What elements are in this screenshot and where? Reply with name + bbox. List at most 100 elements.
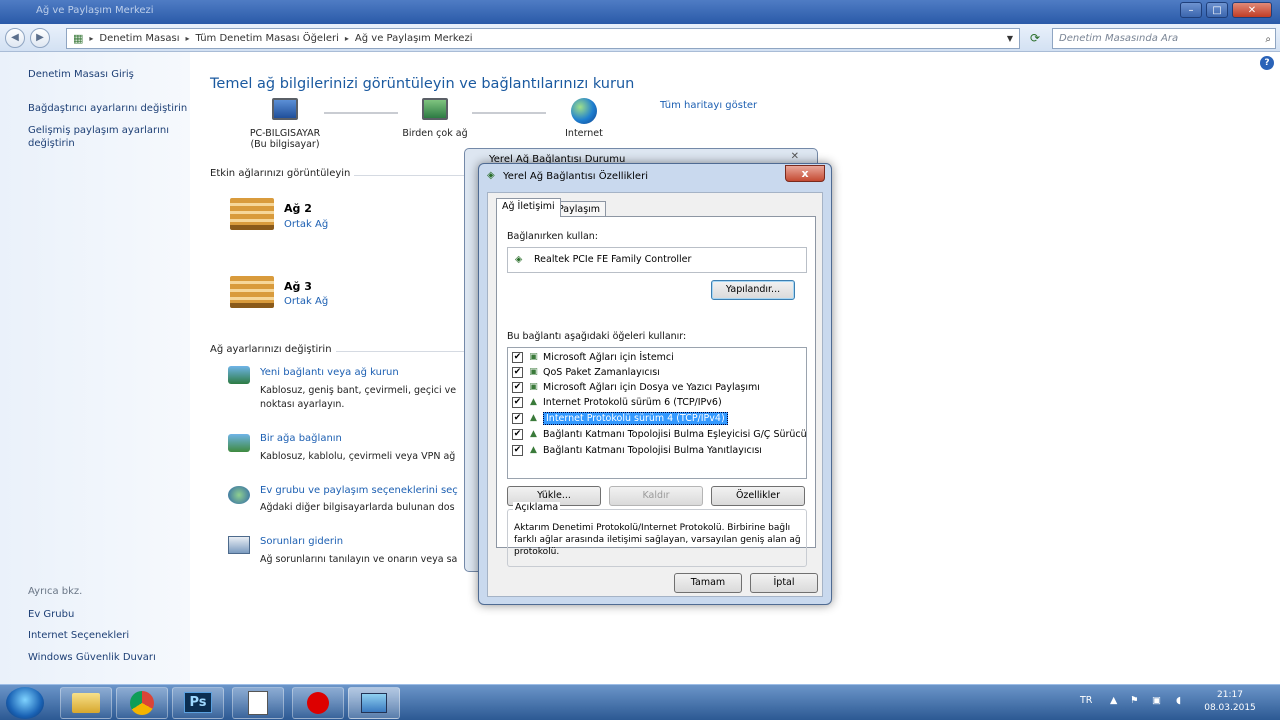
address-bar-area: ◀ ▶ ▦ ▸ Denetim Masası ▸ Tüm Denetim Mas…: [0, 24, 1280, 52]
node-this-pc[interactable]: PC-BILGISAYAR (Bu bilgisayar): [238, 98, 332, 150]
task-new-connection[interactable]: Yeni bağlantı veya ağ kurun: [260, 367, 399, 378]
bench-icon: [230, 198, 274, 230]
globe-icon: [571, 98, 597, 124]
sidebar-link-homegroup[interactable]: Ev Grubu: [28, 608, 74, 621]
adapter-field: ◈ Realtek PCIe FE Family Controller: [507, 247, 807, 273]
network-name: Ağ 3: [284, 280, 312, 293]
list-item[interactable]: ✔ ▣ Microsoft Ağları için İstemci: [512, 350, 674, 365]
network-adapter-icon: ◈: [515, 254, 523, 265]
items-list: ✔ ▣ Microsoft Ağları için İstemci ✔ ▣ QoS Pa…: [507, 347, 807, 479]
close-icon[interactable]: ✕: [791, 151, 799, 162]
homegroup-icon: [228, 486, 250, 504]
clock[interactable]: 21:17 08.03.2015: [1200, 689, 1260, 715]
map-connector: [324, 112, 398, 114]
task-troubleshoot[interactable]: Sorunları giderin: [260, 536, 343, 547]
checkbox[interactable]: ✔: [512, 352, 523, 363]
sidebar-link-advanced-sharing[interactable]: Gelişmiş paylaşım ayarlarını değiştirin: [28, 124, 178, 150]
new-connection-icon: [228, 366, 250, 384]
connect-using-label: Bağlanırken kullan:: [507, 231, 598, 242]
uninstall-button[interactable]: Kaldır: [609, 486, 703, 506]
checkbox[interactable]: ✔: [512, 413, 523, 424]
network-tray-icon[interactable]: ▣: [1152, 695, 1161, 706]
task-description: noktası ayarlayın.: [260, 399, 345, 410]
network-icon: [422, 98, 448, 120]
sidebar-link-internet-options[interactable]: Internet Seçenekleri: [28, 629, 129, 642]
window-title: Ağ ve Paylaşım Merkezi: [36, 5, 154, 16]
maximize-button[interactable]: □: [1206, 2, 1228, 18]
see-full-map-link[interactable]: Tüm haritayı göster: [660, 100, 757, 111]
list-item[interactable]: ✔ ▣ QoS Paket Zamanlayıcısı: [512, 365, 660, 380]
help-icon[interactable]: ?: [1260, 56, 1274, 70]
properties-dialog: ◈ Yerel Ağ Bağlantısı Özellikleri x Ağ İ…: [478, 163, 832, 605]
network-name: Ağ 2: [284, 202, 312, 215]
chevron-down-icon[interactable]: ▼: [1007, 34, 1013, 43]
dialog-body: Ağ İletişimi Paylaşım Bağlanırken kullan…: [487, 192, 823, 597]
checkbox[interactable]: ✔: [512, 367, 523, 378]
node-multiple-networks[interactable]: Birden çok ağ: [390, 98, 480, 139]
task-description: Kablosuz, kablolu, çevirmeli veya VPN ağ: [260, 451, 456, 462]
checkbox[interactable]: ✔: [512, 445, 523, 456]
chrome-icon[interactable]: [116, 687, 168, 719]
sidebar-link-firewall[interactable]: Windows Güvenlik Duvarı: [28, 651, 156, 664]
search-input[interactable]: Denetim Masasında Ara ⌕: [1052, 28, 1276, 49]
record-icon[interactable]: [292, 687, 344, 719]
task-connect-network[interactable]: Bir ağa bağlanın: [260, 433, 342, 444]
refresh-icon[interactable]: ⟳: [1024, 28, 1046, 49]
forward-button[interactable]: ▶: [30, 28, 50, 48]
properties-button[interactable]: Özellikler: [711, 486, 805, 506]
breadcrumb-item[interactable]: Denetim Masası: [99, 33, 179, 44]
protocol-icon: ▲: [530, 429, 537, 439]
notepad-icon[interactable]: [232, 687, 284, 719]
change-settings-title: Ağ ayarlarınızı değiştirin: [210, 344, 332, 355]
dialog-close-button[interactable]: x: [785, 165, 825, 182]
window-titlebar: Ağ ve Paylaşım Merkezi – □ ✕: [0, 0, 1280, 24]
breadcrumb-item[interactable]: Tüm Denetim Masası Öğeleri: [195, 33, 338, 44]
items-label: Bu bağlantı aşağıdaki öğeleri kullanır:: [507, 331, 687, 342]
checkbox[interactable]: ✔: [512, 382, 523, 393]
network-type-link[interactable]: Ortak Ağ: [284, 219, 328, 230]
map-connector: [472, 112, 546, 114]
computer-icon: [272, 98, 298, 120]
start-button[interactable]: [6, 687, 44, 719]
network-type-link[interactable]: Ortak Ağ: [284, 296, 328, 307]
checkbox[interactable]: ✔: [512, 429, 523, 440]
configure-button[interactable]: Yapılandır...: [711, 280, 795, 300]
ok-button[interactable]: Tamam: [674, 573, 742, 593]
tab-networking[interactable]: Ağ İletişimi: [496, 198, 561, 217]
connect-network-icon: [228, 434, 250, 452]
task-description: Ağdaki diğer bilgisayarlarda bulunan dos: [260, 502, 455, 513]
back-button[interactable]: ◀: [5, 28, 25, 48]
sidebar-link-home[interactable]: Denetim Masası Giriş: [28, 68, 134, 81]
cancel-button[interactable]: İptal: [750, 573, 818, 593]
list-item[interactable]: ✔ ▲ Internet Protokolü sürüm 6 (TCP/IPv6): [512, 395, 722, 410]
control-panel-icon: ▦: [73, 32, 84, 45]
language-indicator[interactable]: TR: [1080, 695, 1092, 706]
list-item[interactable]: ✔ ▲ Bağlantı Katmanı Topolojisi Bulma Yanı…: [512, 443, 762, 458]
list-item-selected[interactable]: ✔ ▲ Internet Protokolü sürüm 4 (TCP/IPv4): [512, 411, 728, 426]
list-item[interactable]: ✔ ▣ Microsoft Ağları için Dosya ve Yazıcı …: [512, 380, 760, 395]
list-item[interactable]: ✔ ▲ Bağlantı Katmanı Topolojisi Bulma Eşle…: [512, 427, 806, 442]
photoshop-icon[interactable]: Ps: [172, 687, 224, 719]
checkbox[interactable]: ✔: [512, 397, 523, 408]
description-group: Aktarım Denetimi Protokolü/Internet Prot…: [507, 509, 807, 567]
file-sharing-icon: ▣: [529, 382, 538, 392]
close-window-button[interactable]: ✕: [1232, 2, 1272, 18]
minimize-button[interactable]: –: [1180, 2, 1202, 18]
volume-icon[interactable]: ◖: [1176, 695, 1181, 706]
show-hidden-icons[interactable]: ▲: [1110, 695, 1117, 706]
qos-icon: ▣: [529, 367, 538, 377]
page-title: Temel ağ bilgilerinizi görüntüleyin ve b…: [210, 76, 635, 92]
address-field[interactable]: ▦ ▸ Denetim Masası ▸ Tüm Denetim Masası …: [66, 28, 1020, 49]
breadcrumb-item[interactable]: Ağ ve Paylaşım Merkezi: [355, 33, 473, 44]
control-panel-icon[interactable]: [348, 687, 400, 719]
task-homegroup[interactable]: Ev grubu ve paylaşım seçeneklerini seç: [260, 485, 458, 496]
search-icon[interactable]: ⌕: [1265, 30, 1271, 49]
protocol-icon: ▲: [530, 445, 537, 455]
flag-icon[interactable]: ⚑: [1130, 695, 1139, 706]
network-adapter-icon: ◈: [487, 170, 495, 181]
node-internet[interactable]: Internet: [542, 98, 626, 139]
explorer-icon[interactable]: [60, 687, 112, 719]
sidebar-link-adapter-settings[interactable]: Bağdaştırıcı ayarlarını değiştirin: [28, 102, 187, 115]
protocol-icon: ▲: [530, 397, 537, 407]
taskbar: Ps TR ▲ ⚑ ▣ ◖ 21:17 08.03.2015: [0, 684, 1280, 720]
